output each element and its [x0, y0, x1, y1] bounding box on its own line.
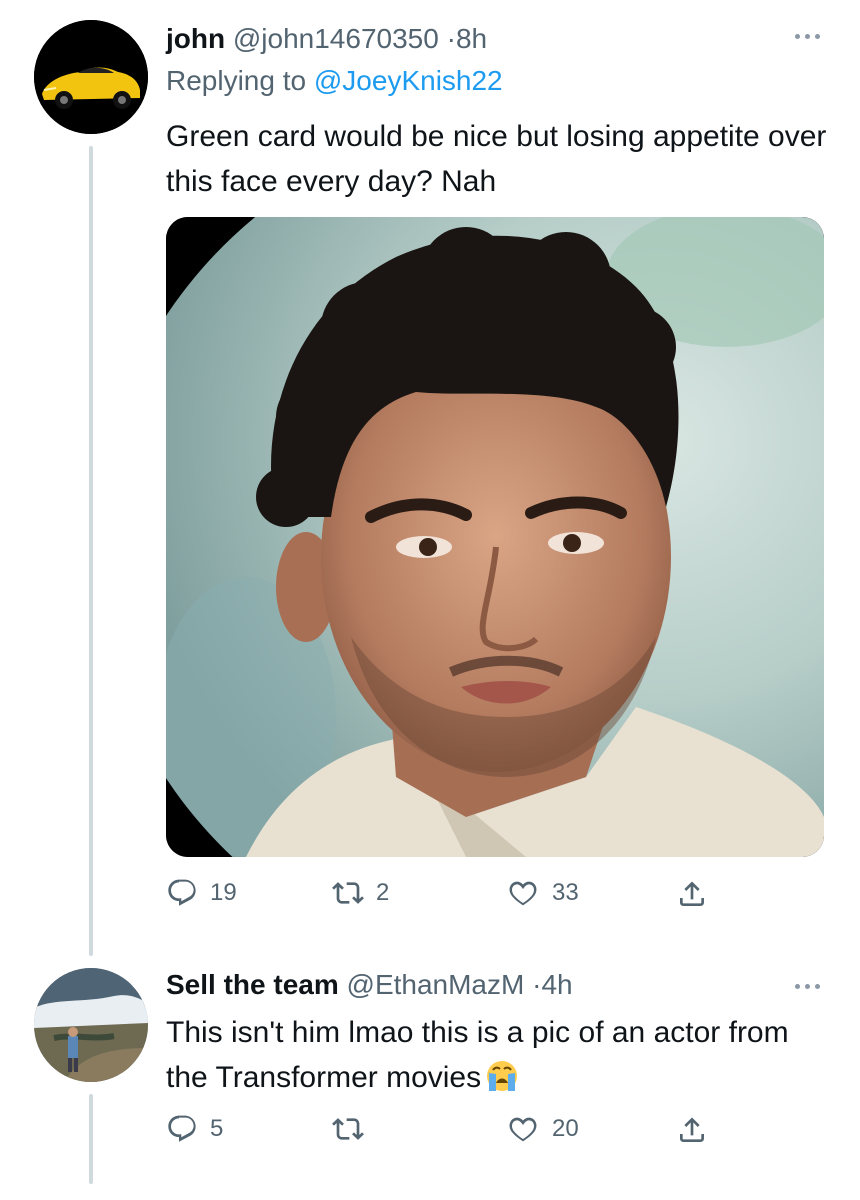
share-icon	[680, 1117, 704, 1142]
user-handle[interactable]: @EthanMazM	[347, 969, 525, 1000]
share-button[interactable]	[676, 877, 708, 911]
reply-button[interactable]: 19	[166, 877, 237, 909]
thread-line	[89, 146, 93, 956]
replying-to: Replying to @JoeyKnish22	[166, 64, 503, 98]
replying-prefix: Replying to	[166, 65, 314, 96]
like-button[interactable]: 20	[506, 1113, 579, 1145]
retweet-count: 2	[376, 879, 390, 906]
timestamp[interactable]: 8h	[456, 23, 487, 54]
like-icon	[509, 1117, 537, 1142]
retweet-icon	[332, 882, 364, 904]
timestamp[interactable]: 4h	[541, 969, 572, 1000]
tweet-sell-the-team[interactable]: Sell the team @EthanMazM ·4h This isn't …	[0, 950, 860, 1200]
reply-button[interactable]: 5	[166, 1113, 223, 1145]
tweet-text: This isn't him lmao this is a pic of an …	[166, 1010, 836, 1106]
thread-line	[89, 1094, 93, 1184]
share-icon	[680, 881, 704, 906]
reply-icon	[168, 879, 196, 906]
replying-mention[interactable]: @JoeyKnish22	[314, 65, 503, 96]
tweet-john[interactable]: john @john14670350 ·8h Replying to @Joey…	[0, 0, 860, 956]
more-icon[interactable]	[795, 34, 820, 39]
crying-face-emoji	[485, 1059, 519, 1106]
reply-count: 19	[210, 879, 237, 906]
like-count: 33	[552, 879, 579, 906]
avatar-john[interactable]	[34, 20, 148, 134]
tweet-photo[interactable]	[166, 217, 824, 857]
like-count: 20	[552, 1115, 579, 1142]
retweet-button[interactable]	[332, 1113, 364, 1145]
reply-count: 5	[210, 1115, 224, 1142]
user-handle[interactable]: @john14670350	[233, 23, 439, 54]
like-icon	[509, 881, 537, 906]
like-button[interactable]: 33	[506, 877, 579, 909]
retweet-icon	[332, 1118, 364, 1140]
display-name[interactable]: john	[166, 23, 225, 54]
display-name[interactable]: Sell the team	[166, 969, 339, 1000]
reply-icon	[168, 1115, 196, 1142]
tweet-header: Sell the team @EthanMazM ·4h	[166, 968, 573, 1002]
tweet-text-body: This isn't him lmao this is a pic of an …	[166, 1016, 789, 1094]
avatar-sell-the-team[interactable]	[34, 968, 148, 1082]
share-button[interactable]	[676, 1113, 708, 1147]
separator-dot: ·	[446, 23, 456, 54]
more-icon[interactable]	[795, 984, 820, 989]
retweet-button[interactable]: 2	[332, 877, 389, 909]
tweet-header: john @john14670350 ·8h	[166, 22, 487, 56]
tweet-text: Green card would be nice but losing appe…	[166, 120, 827, 198]
